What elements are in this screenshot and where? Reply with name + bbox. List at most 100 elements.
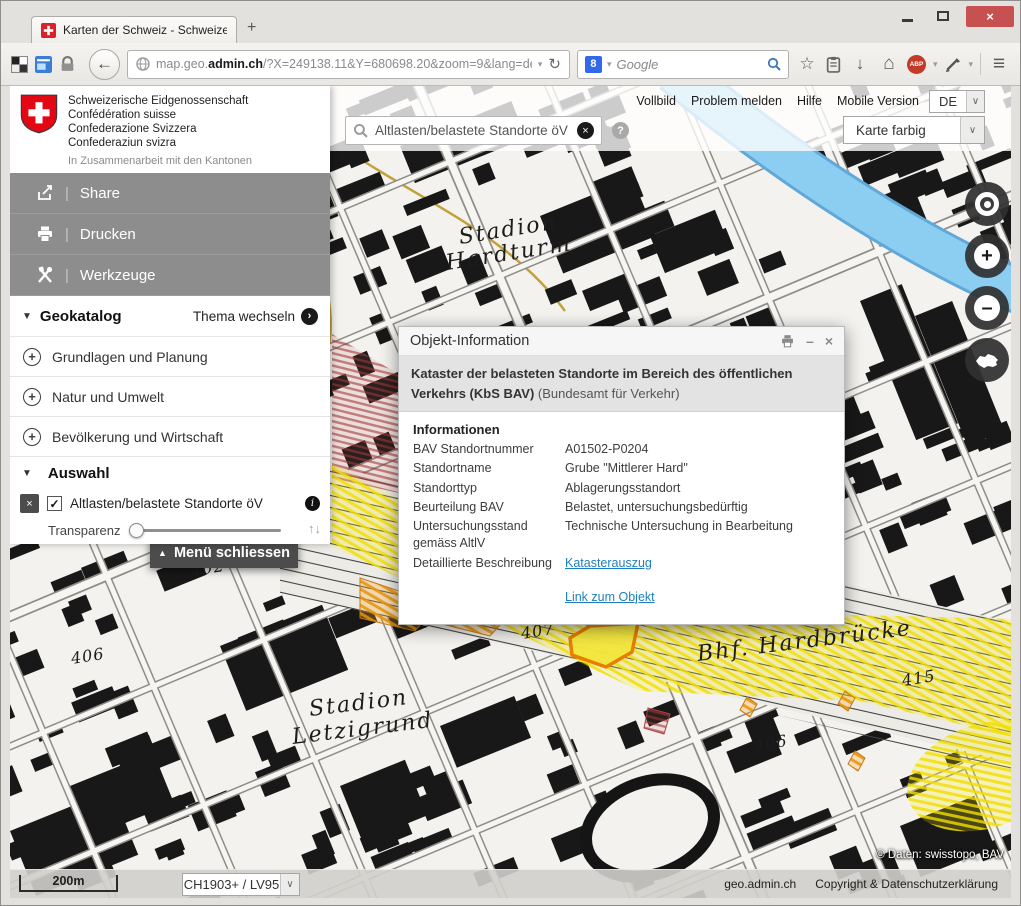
printer-icon [36, 225, 54, 243]
map-style-select[interactable]: Karte farbig ∨ [843, 116, 985, 144]
link-vollbild[interactable]: Vollbild [636, 94, 676, 108]
maximize-icon [937, 11, 949, 21]
new-tab-button[interactable]: + [247, 19, 256, 37]
info-row: StandorttypAblagerungsstandort [413, 480, 830, 497]
copyright-link[interactable]: Copyright & Datenschutzerklärung [815, 877, 998, 891]
triangle-down-icon: ▼ [22, 311, 32, 322]
hamburger-menu-icon[interactable]: ≡ [988, 52, 1010, 76]
katasterauszug-link[interactable]: Katasterauszug [565, 555, 830, 572]
link-problem-melden[interactable]: Problem melden [691, 94, 782, 108]
map-style-value: Karte farbig [844, 123, 960, 138]
tools-icon [36, 266, 54, 284]
confederation-logo-block: Schweizerische Eidgenossenschaft Confédé… [10, 86, 330, 173]
thema-wechseln-button[interactable]: Thema wechseln › [193, 308, 318, 325]
geokatalog-header[interactable]: ▼ Geokatalog Thema wechseln › [10, 296, 330, 337]
checker-addon-icon[interactable] [11, 56, 28, 73]
header-links: Vollbild Problem melden Hilfe Mobile Ver… [636, 94, 919, 108]
swiss-shield-icon [20, 94, 58, 134]
link-mobile-version[interactable]: Mobile Version [837, 94, 919, 108]
browser-window: Karten der Schweiz - Schweize... + × ← m… [0, 0, 1021, 906]
link-hilfe[interactable]: Hilfe [797, 94, 822, 108]
window-addon-icon[interactable] [35, 56, 52, 73]
switzerland-icon [974, 351, 1000, 369]
sidebar-item-drucken[interactable]: | Drucken [10, 214, 330, 255]
url-dropdown-icon[interactable]: ▾ [538, 59, 543, 70]
url-bar[interactable]: map.geo.admin.ch/?X=249138.11&Y=680698.2… [127, 50, 570, 79]
minimize-button[interactable] [894, 6, 920, 26]
clear-search-button[interactable]: × [577, 122, 594, 139]
layer-reorder-arrows[interactable]: ↑↓ [308, 521, 321, 536]
geolocate-button[interactable] [965, 182, 1009, 226]
category-label: Grundlagen und Planung [52, 349, 208, 365]
search-help-button[interactable]: ? [612, 122, 629, 139]
zoom-in-button[interactable]: + [965, 234, 1009, 278]
popup-body: Informationen BAV StandortnummerA01502-P… [399, 412, 844, 624]
layer-info-icon[interactable]: i [305, 496, 320, 511]
projection-value: CH1903+ / LV95 [183, 877, 280, 892]
sidebar-item-werkzeuge[interactable]: | Werkzeuge [10, 255, 330, 296]
geoadmin-link[interactable]: geo.admin.ch [724, 877, 796, 891]
pen-dropdown-icon[interactable]: ▾ [968, 59, 973, 70]
bookmark-star-icon[interactable]: ☆ [796, 54, 818, 74]
adblock-icon[interactable]: ABP [907, 55, 926, 74]
werkzeuge-label: Werkzeuge [80, 267, 156, 284]
sidebar-item-share[interactable]: | Share [10, 173, 330, 214]
map-search-input[interactable] [375, 123, 570, 138]
category-grundlagen[interactable]: + Grundlagen und Planung [10, 337, 330, 377]
window-controls: × [894, 5, 1014, 27]
adblock-dropdown-icon[interactable]: ▾ [933, 59, 938, 70]
web-search-input[interactable] [616, 57, 761, 72]
maximize-button[interactable] [930, 6, 956, 26]
lock-addon-icon[interactable] [59, 56, 76, 73]
category-natur-umwelt[interactable]: + Natur und Umwelt [10, 377, 330, 417]
transparency-slider-thumb[interactable] [129, 523, 144, 538]
magnifier-icon[interactable] [767, 57, 781, 71]
cooperation-note: In Zusammenarbeit mit den Kantonen [68, 155, 252, 167]
web-search-bar[interactable]: 8 ▾ [577, 50, 789, 79]
auswahl-header[interactable]: ▼ Auswahl [10, 457, 330, 489]
layer-checkbox-checked[interactable]: ✓ [47, 496, 62, 511]
browser-tab[interactable]: Karten der Schweiz - Schweize... [31, 16, 237, 43]
default-extent-button[interactable] [965, 338, 1009, 382]
swiss-cross-favicon [41, 23, 56, 38]
back-icon: ← [96, 54, 113, 74]
close-window-button[interactable]: × [966, 6, 1014, 27]
projection-select[interactable]: CH1903+ / LV95 ∨ [182, 873, 300, 896]
separator: | [65, 185, 69, 202]
home-icon[interactable]: ⌂ [878, 53, 900, 75]
bookmarks-clipboard-icon[interactable] [825, 56, 842, 73]
link-zum-objekt-link[interactable]: Link zum Objekt [565, 589, 830, 606]
popup-title: Objekt-Information [410, 333, 529, 349]
transparency-slider[interactable] [131, 529, 281, 532]
triangle-down-icon: ▼ [22, 468, 32, 479]
zoom-out-button[interactable]: – [965, 286, 1009, 330]
thema-wechseln-label: Thema wechseln [193, 309, 295, 324]
info-row: Beurteilung BAVBelastet, untersuchungsbe… [413, 499, 830, 516]
separator: | [65, 226, 69, 243]
minimize-icon [902, 19, 913, 22]
search-engine-dropdown-icon[interactable]: ▾ [607, 59, 612, 70]
language-select[interactable]: DE ∨ [929, 90, 985, 113]
chevron-down-icon: ∨ [966, 91, 984, 112]
map-viewport[interactable]: Stadion Hardturm Bhf. Hardbrücke Stadion… [10, 86, 1011, 898]
downloads-icon[interactable]: ↓ [849, 54, 871, 74]
footer-bar: 200m CH1903+ / LV95 ∨ geo.admin.ch Copyr… [10, 869, 1011, 898]
map-search-box[interactable]: × [345, 116, 602, 145]
info-row: StandortnameGrube "Mittlerer Hard" [413, 460, 830, 477]
reload-icon[interactable]: ↻ [548, 55, 561, 73]
remove-layer-button[interactable]: × [20, 494, 39, 513]
logo-line: Schweizerische Eidgenossenschaft [68, 94, 252, 108]
pen-addon-icon[interactable] [944, 56, 961, 73]
category-bevoelkerung[interactable]: + Bevölkerung und Wirtschaft [10, 417, 330, 457]
minimize-popup-icon[interactable]: – [806, 333, 814, 349]
info-row: Link zum Objekt [413, 589, 830, 606]
google-icon: 8 [585, 56, 602, 73]
plus-icon: + [974, 243, 1000, 269]
back-button[interactable]: ← [89, 49, 120, 80]
globe-icon [136, 57, 150, 71]
popup-header[interactable]: Objekt-Information – × [399, 327, 844, 356]
navigation-toolbar: ← map.geo.admin.ch/?X=249138.11&Y=680698… [1, 43, 1020, 86]
print-icon[interactable] [780, 334, 795, 348]
close-popup-icon[interactable]: × [825, 333, 833, 349]
info-row: Detaillierte BeschreibungKatasterauszug [413, 555, 830, 572]
